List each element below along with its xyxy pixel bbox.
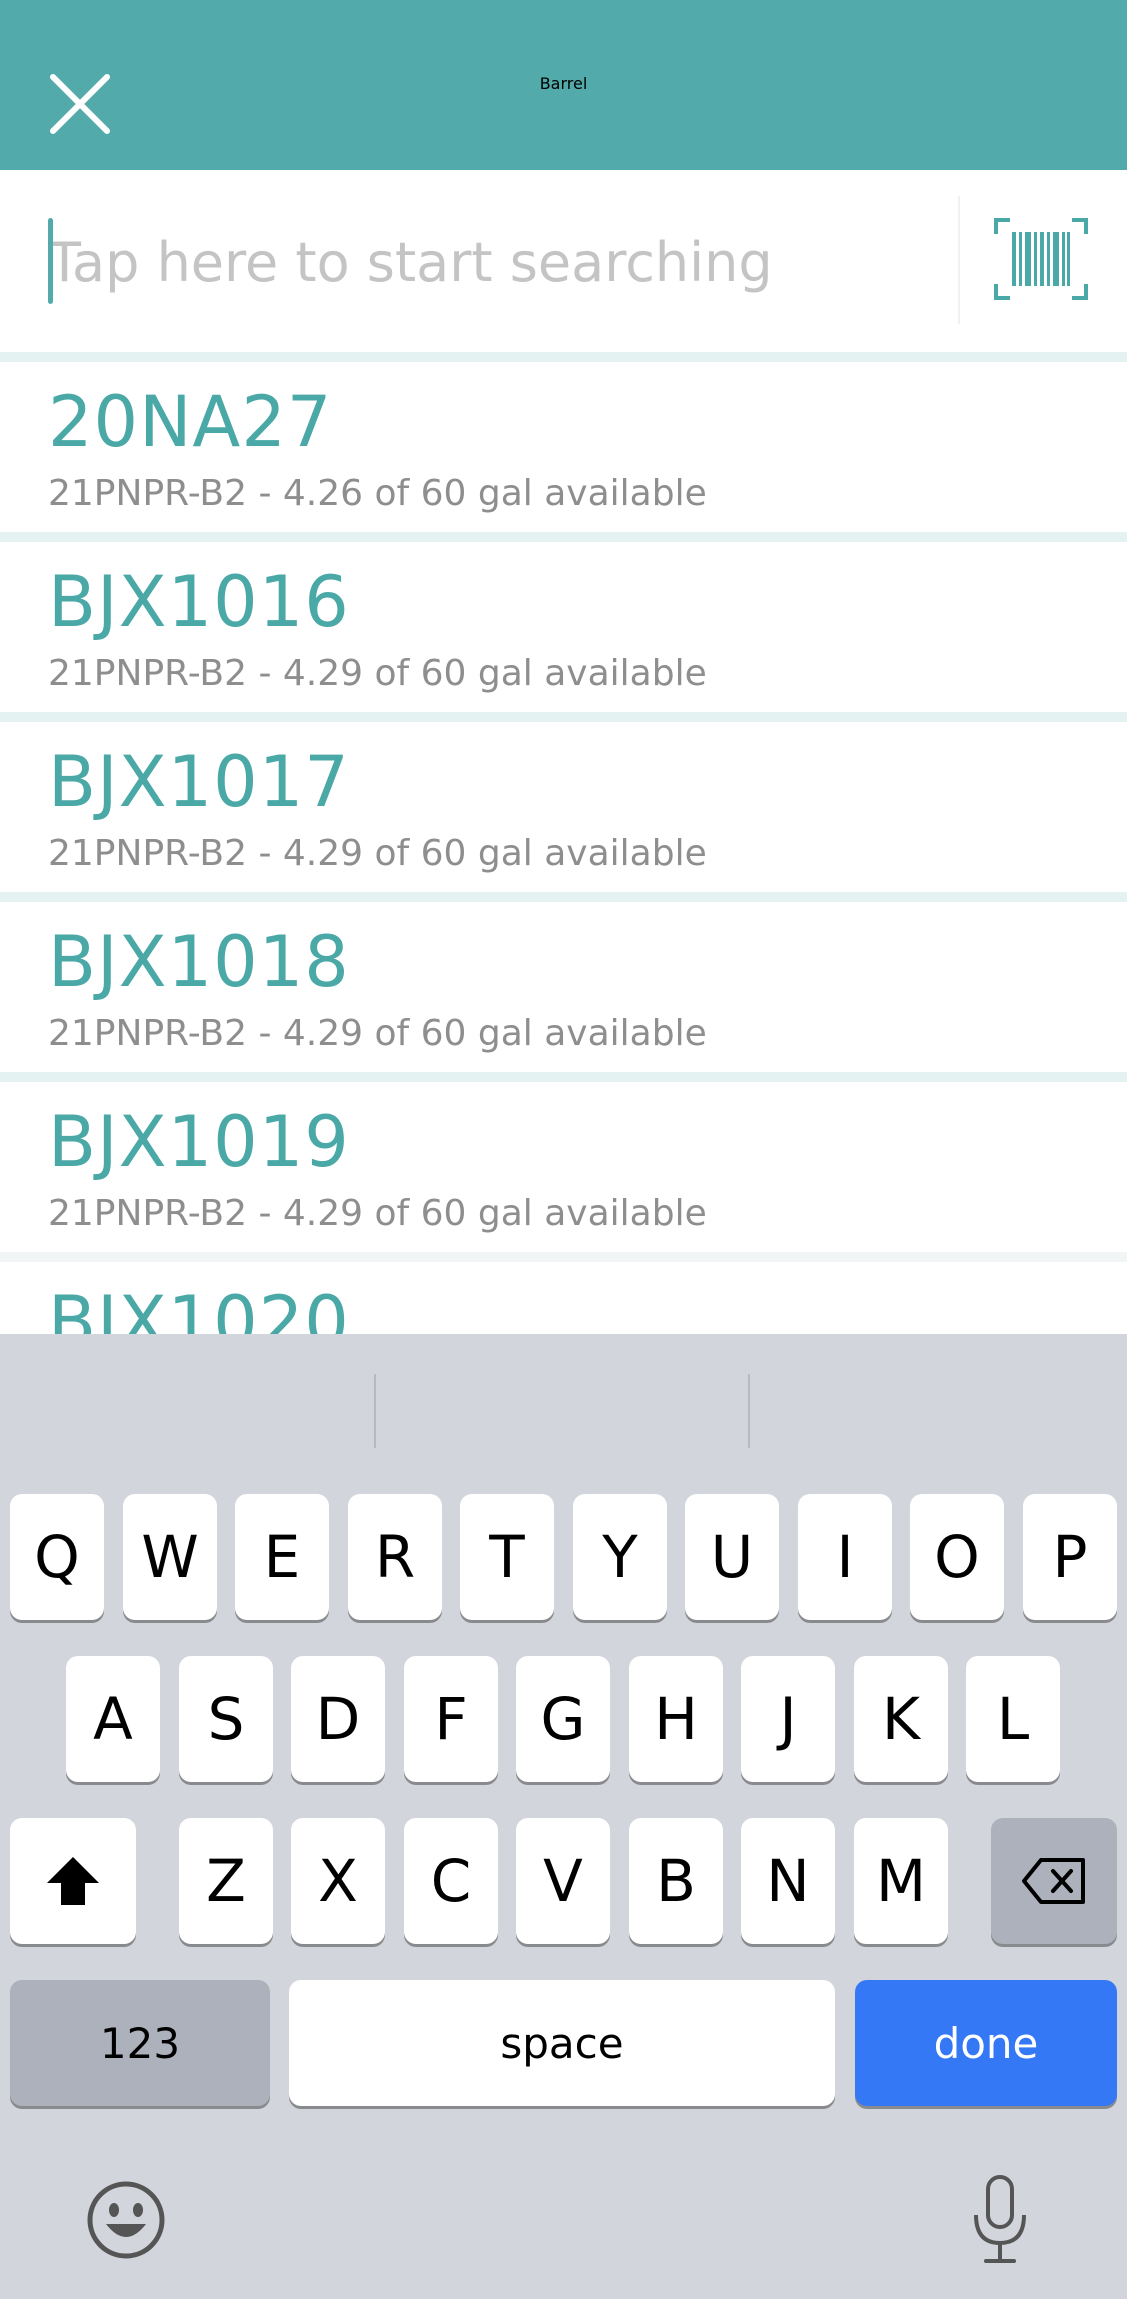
- key-f[interactable]: F: [404, 1656, 498, 1782]
- microphone-button[interactable]: [960, 2174, 1040, 2266]
- key-e[interactable]: E: [235, 1494, 329, 1620]
- numbers-key[interactable]: 123: [10, 1980, 270, 2106]
- key-v[interactable]: V: [516, 1818, 610, 1944]
- search-input[interactable]: [48, 210, 928, 314]
- list-divider: [0, 352, 1127, 362]
- app-header: Barrel: [0, 0, 1127, 170]
- barrel-detail: 21PNPR-B2 - 4.29 of 60 gal available: [48, 653, 707, 694]
- key-s[interactable]: S: [179, 1656, 273, 1782]
- shift-key[interactable]: [10, 1818, 136, 1944]
- barrel-detail: 21PNPR-B2 - 4.29 of 60 gal available: [48, 1193, 707, 1234]
- done-key[interactable]: done: [855, 1980, 1117, 2106]
- key-h[interactable]: H: [629, 1656, 723, 1782]
- key-b[interactable]: B: [629, 1818, 723, 1944]
- barrel-name: BJX1017: [48, 741, 350, 823]
- key-u[interactable]: U: [685, 1494, 779, 1620]
- key-z[interactable]: Z: [179, 1818, 273, 1944]
- key-d[interactable]: D: [291, 1656, 385, 1782]
- key-a[interactable]: A: [66, 1656, 160, 1782]
- list-item[interactable]: BJX1020: [0, 1262, 1127, 1334]
- key-o[interactable]: O: [910, 1494, 1004, 1620]
- list-item[interactable]: 20NA27 21PNPR-B2 - 4.26 of 60 gal availa…: [0, 362, 1127, 542]
- key-j[interactable]: J: [741, 1656, 835, 1782]
- delete-icon: [1022, 1858, 1085, 1904]
- barrel-list: 20NA27 21PNPR-B2 - 4.26 of 60 gal availa…: [0, 362, 1127, 1334]
- barrel-detail: 21PNPR-B2 - 4.29 of 60 gal available: [48, 833, 707, 874]
- list-item[interactable]: BJX1019 21PNPR-B2 - 4.29 of 60 gal avail…: [0, 1082, 1127, 1262]
- key-i[interactable]: I: [798, 1494, 892, 1620]
- text-cursor: [48, 218, 53, 304]
- barrel-detail: 21PNPR-B2 - 4.26 of 60 gal available: [48, 473, 707, 514]
- key-y[interactable]: Y: [573, 1494, 667, 1620]
- key-c[interactable]: C: [404, 1818, 498, 1944]
- page-title: Barrel: [539, 74, 588, 93]
- key-n[interactable]: N: [741, 1818, 835, 1944]
- key-w[interactable]: W: [123, 1494, 217, 1620]
- barrel-name: BJX1019: [48, 1101, 350, 1183]
- microphone-icon: [974, 2175, 1026, 2263]
- key-m[interactable]: M: [854, 1818, 948, 1944]
- list-item[interactable]: BJX1018 21PNPR-B2 - 4.29 of 60 gal avail…: [0, 902, 1127, 1082]
- barrel-name: BJX1016: [48, 561, 350, 643]
- list-item[interactable]: BJX1016 21PNPR-B2 - 4.29 of 60 gal avail…: [0, 542, 1127, 722]
- barrel-name: 20NA27: [48, 381, 333, 463]
- key-t[interactable]: T: [460, 1494, 554, 1620]
- suggestion-divider: [374, 1374, 376, 1448]
- emoji-icon: [87, 2181, 165, 2259]
- emoji-button[interactable]: [84, 2178, 168, 2262]
- keyboard: Q W E R T Y U I O P A S D F G H J K L Z …: [0, 1334, 1127, 2299]
- suggestion-divider: [748, 1374, 750, 1448]
- barrel-detail: 21PNPR-B2 - 4.29 of 60 gal available: [48, 1013, 707, 1054]
- key-k[interactable]: K: [854, 1656, 948, 1782]
- shift-icon: [47, 1857, 99, 1905]
- key-x[interactable]: X: [291, 1818, 385, 1944]
- key-p[interactable]: P: [1023, 1494, 1117, 1620]
- list-item[interactable]: BJX1017 21PNPR-B2 - 4.29 of 60 gal avail…: [0, 722, 1127, 902]
- barcode-scan-button[interactable]: [994, 218, 1088, 300]
- barcode-icon: [994, 218, 1088, 300]
- barrel-name: BJX1020: [48, 1281, 350, 1334]
- delete-key[interactable]: [991, 1818, 1117, 1944]
- space-key[interactable]: space: [289, 1980, 835, 2106]
- key-l[interactable]: L: [966, 1656, 1060, 1782]
- barrel-name: BJX1018: [48, 921, 350, 1003]
- key-q[interactable]: Q: [10, 1494, 104, 1620]
- key-g[interactable]: G: [516, 1656, 610, 1782]
- search-divider: [958, 196, 960, 324]
- key-r[interactable]: R: [348, 1494, 442, 1620]
